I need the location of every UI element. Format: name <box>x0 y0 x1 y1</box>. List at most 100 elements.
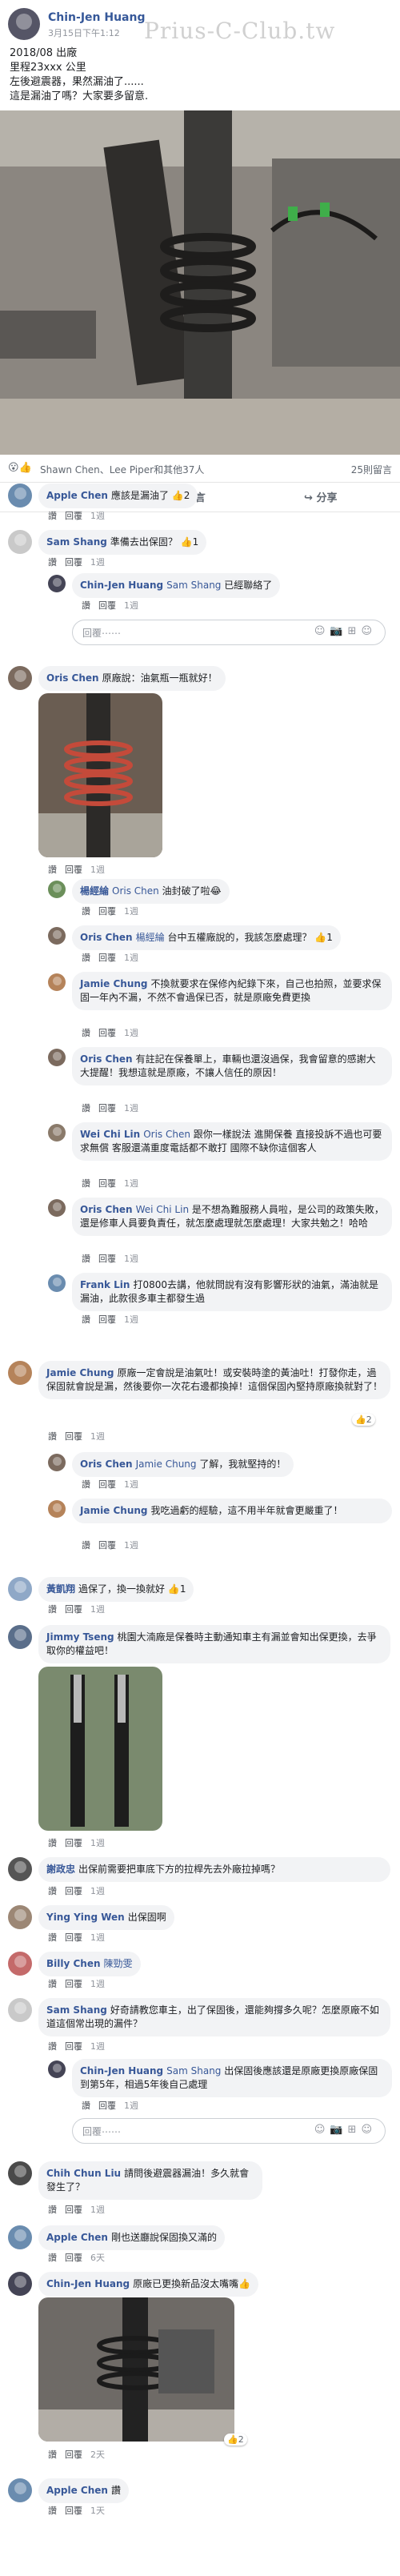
comment-text[interactable]: 陳勁雯 <box>104 1958 133 1969</box>
reply-avatar[interactable] <box>48 881 66 898</box>
comment-reply-link[interactable]: 回覆 <box>65 2506 82 2516</box>
input-emoji-icons[interactable]: ☺📷⊞☺ <box>314 625 377 637</box>
comment-reply-link[interactable]: 回覆 <box>65 2041 82 2052</box>
comment-author[interactable]: Apple Chen <box>46 2232 108 2243</box>
comment-photo[interactable] <box>38 2297 234 2442</box>
reply-avatar[interactable] <box>48 575 66 592</box>
comment-like-link[interactable]: 讚 <box>48 511 57 521</box>
comment-like-link[interactable]: 讚 <box>48 2253 57 2263</box>
comment-reply-link[interactable]: 回覆 <box>65 1932 82 1943</box>
comment-like-link[interactable]: 讚 <box>82 1178 90 1189</box>
comment-author[interactable]: 謝政忠 <box>46 1864 75 1875</box>
reply-input[interactable]: 回覆⋯⋯ ☺📷⊞☺ <box>72 620 386 645</box>
comment-avatar[interactable] <box>8 1857 32 1881</box>
comment-reply-link[interactable]: 回覆 <box>65 1838 82 1848</box>
comment-reply-link[interactable]: 回覆 <box>98 953 116 963</box>
input-emoji-icons[interactable]: ☺📷⊞☺ <box>314 2124 377 2136</box>
comment-like-link[interactable]: 讚 <box>48 1431 57 1442</box>
mention-tag[interactable]: Oris Chen <box>112 885 159 897</box>
comment-author[interactable]: Billy Chen <box>46 1958 101 1969</box>
reply-avatar[interactable] <box>48 1199 66 1217</box>
comment-reply-link[interactable]: 回覆 <box>98 1314 116 1325</box>
reply-avatar[interactable] <box>48 927 66 945</box>
comment-reply-link[interactable]: 回覆 <box>65 2253 82 2263</box>
comment-time[interactable]: 1週 <box>90 2205 105 2215</box>
comment-time[interactable]: 1天 <box>90 2506 105 2516</box>
comment-like-link[interactable]: 讚 <box>48 2506 57 2516</box>
comment-time[interactable]: 1週 <box>124 1540 138 1551</box>
reply-avatar[interactable] <box>48 1049 66 1066</box>
comment-reply-link[interactable]: 回覆 <box>65 2205 82 2215</box>
comment-author[interactable]: Oris Chen <box>80 1053 133 1065</box>
comment-like-link[interactable]: 讚 <box>48 2450 57 2460</box>
comment-author[interactable]: Jamie Chung <box>46 1367 114 1378</box>
comment-time[interactable]: 1週 <box>90 1604 105 1615</box>
comment-avatar[interactable] <box>8 2225 32 2249</box>
comment-reply-link[interactable]: 回覆 <box>65 557 82 568</box>
comment-like-link[interactable]: 讚 <box>48 1838 57 1848</box>
reply-avatar[interactable] <box>48 1454 66 1471</box>
comment-avatar[interactable] <box>8 2478 32 2502</box>
comment-author[interactable]: Wei Chi Lin <box>80 1129 140 1140</box>
comment-like-link[interactable]: 讚 <box>82 953 90 963</box>
comment-time[interactable]: 2天 <box>90 2450 105 2460</box>
comment-like-link[interactable]: 讚 <box>48 865 57 875</box>
comment-author[interactable]: Oris Chen <box>80 1204 133 1215</box>
comment-time[interactable]: 1週 <box>124 953 138 963</box>
comment-reply-link[interactable]: 回覆 <box>65 1886 82 1896</box>
comment-avatar[interactable] <box>8 666 32 690</box>
comment-like-link[interactable]: 讚 <box>48 1932 57 1943</box>
comment-reply-link[interactable]: 回覆 <box>98 1028 116 1038</box>
comment-author[interactable]: Oris Chen <box>80 932 133 943</box>
comment-time[interactable]: 1週 <box>124 1479 138 1490</box>
comment-reply-link[interactable]: 回覆 <box>65 1431 82 1442</box>
mention-tag[interactable]: 楊經綸 <box>136 932 165 943</box>
comment-time[interactable]: 1週 <box>124 1178 138 1189</box>
comment-reply-link[interactable]: 回覆 <box>98 1178 116 1189</box>
comment-like-link[interactable]: 讚 <box>82 1479 90 1490</box>
comment-time[interactable]: 1週 <box>124 906 138 917</box>
comment-time[interactable]: 1週 <box>90 557 105 568</box>
comment-like-link[interactable]: 讚 <box>82 2101 90 2111</box>
comment-reply-link[interactable]: 回覆 <box>65 1604 82 1615</box>
comment-time[interactable]: 1週 <box>90 1886 105 1896</box>
comment-like-link[interactable]: 讚 <box>48 1979 57 1989</box>
comment-like-link[interactable]: 讚 <box>82 1540 90 1551</box>
comment-time[interactable]: 1週 <box>124 1254 138 1264</box>
comment-time[interactable]: 1週 <box>124 600 138 611</box>
comment-author[interactable]: 黃凱翔 <box>46 1583 75 1595</box>
comment-reply-link[interactable]: 回覆 <box>65 865 82 875</box>
comment-like-link[interactable]: 讚 <box>82 1254 90 1264</box>
comment-like-link[interactable]: 讚 <box>48 1604 57 1615</box>
comment-avatar[interactable] <box>8 1625 32 1649</box>
comment-like-link[interactable]: 讚 <box>82 1314 90 1325</box>
comment-author[interactable]: Apple Chen <box>46 2485 108 2496</box>
comment-author[interactable]: Chin-Jen Huang <box>46 2278 130 2289</box>
comment-author[interactable]: Sam Shang <box>46 2004 107 2016</box>
comment-avatar[interactable] <box>8 530 32 554</box>
comment-like-link[interactable]: 讚 <box>48 2205 57 2215</box>
comment-author[interactable]: Jimmy Tseng <box>46 1631 114 1643</box>
comment-like-link[interactable]: 讚 <box>48 2041 57 2052</box>
comment-like-badge[interactable]: 👍2 <box>352 1414 375 1426</box>
comment-author[interactable]: Oris Chen <box>80 1459 133 1470</box>
comment-author[interactable]: 楊經綸 <box>80 885 109 897</box>
comment-like-link[interactable]: 讚 <box>82 1028 90 1038</box>
comment-author[interactable]: Ying Ying Wen <box>46 1912 125 1923</box>
reply-avatar[interactable] <box>48 1500 66 1518</box>
comment-photo[interactable] <box>38 693 162 857</box>
comment-time[interactable]: 1週 <box>124 1103 138 1113</box>
comment-time[interactable]: 1週 <box>124 1314 138 1325</box>
comment-photo[interactable] <box>38 1667 162 1831</box>
comment-author[interactable]: Frank Lin <box>80 1279 130 1290</box>
comment-author[interactable]: Jamie Chung <box>80 978 148 989</box>
comment-author[interactable]: Chih Chun Liu <box>46 2168 121 2179</box>
comment-avatar[interactable] <box>8 1998 32 2022</box>
mention-tag[interactable]: Oris Chen <box>143 1129 190 1140</box>
comment-reply-link[interactable]: 回覆 <box>98 1254 116 1264</box>
comment-time[interactable]: 1週 <box>90 511 105 521</box>
comment-reply-link[interactable]: 回覆 <box>65 1979 82 1989</box>
comment-avatar[interactable] <box>8 1905 32 1929</box>
comment-like-badge[interactable]: 👍2 <box>224 2434 247 2446</box>
mention-tag[interactable]: Wei Chi Lin <box>136 1204 189 1215</box>
